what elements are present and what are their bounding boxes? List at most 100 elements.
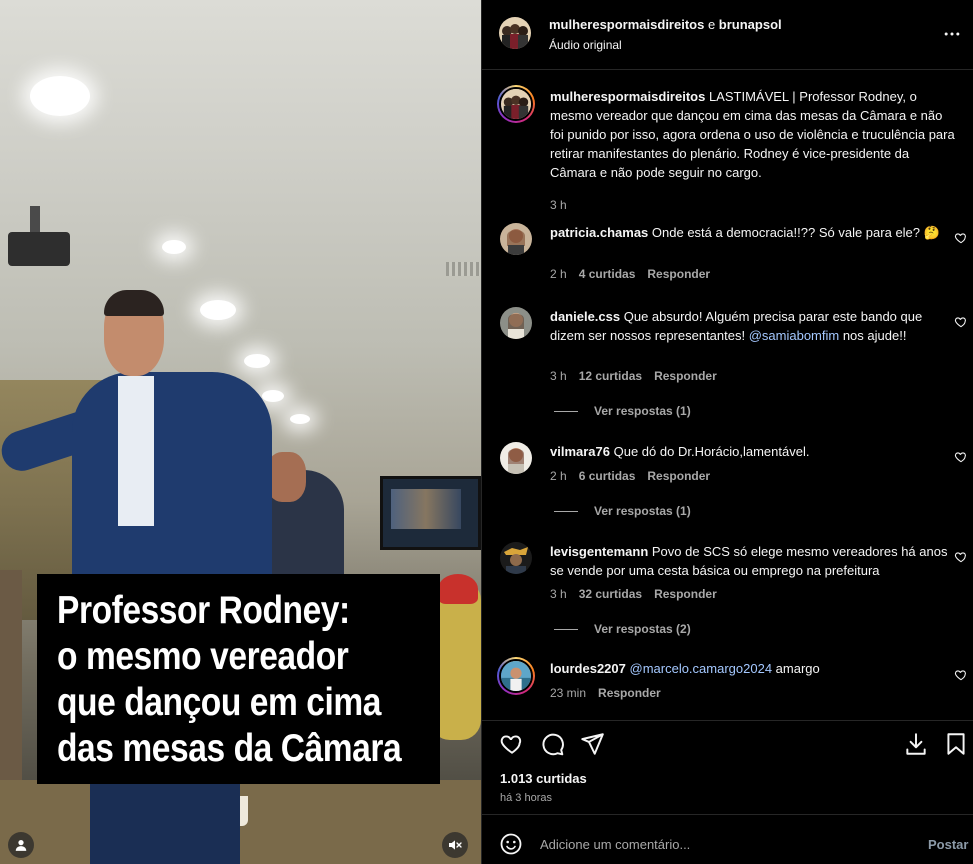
comment-likes[interactable]: 12 curtidas [579,369,642,383]
ceiling-light [200,300,236,320]
comment-meta: 2 h 6 curtidas Responder [550,469,722,483]
comment-body: Que dó do Dr.Horácio,lamentável. [613,444,810,459]
avatar-image [500,542,532,574]
comment-username[interactable]: lourdes2207 [550,661,626,676]
background-person-head [266,452,306,502]
main-person-hair [104,290,164,316]
comment-username[interactable]: patricia.chamas [550,225,648,240]
heart-icon[interactable] [954,668,968,682]
comment-text: levisgentemann Povo de SCS só elege mesm… [550,542,955,580]
comment-time[interactable]: 23 min [550,686,586,700]
reply-button[interactable]: Responder [654,369,717,383]
more-horizontal-icon [944,32,960,36]
avatar[interactable] [500,542,532,574]
mute-toggle-button[interactable] [442,832,468,858]
emoji-icon[interactable] [499,832,523,856]
caption-line: Professor Rodney: [57,589,350,632]
heart-icon[interactable] [954,315,968,329]
header-user-2[interactable]: brunapsol [719,17,782,32]
reply-button[interactable]: Responder [598,686,661,700]
avatar[interactable] [500,307,532,339]
caption-line: das mesas da Câmara [57,727,402,770]
comment-time[interactable]: 3 h [550,369,567,383]
ceiling-light [290,414,310,424]
send-icon[interactable] [579,731,605,757]
tagged-users-button[interactable] [8,832,34,858]
comment-username[interactable]: mulherespormaisdireitos [550,89,705,104]
comment-username[interactable]: levisgentemann [550,544,648,559]
comment-likes[interactable]: 4 curtidas [579,267,636,281]
comment-meta: 3 h 32 curtidas Responder [550,587,729,601]
avatar[interactable] [499,17,531,49]
comment-mention[interactable]: @marcelo.camargo2024 [630,661,773,676]
view-replies-button[interactable]: Ver respostas (2) [554,622,691,636]
post-actions: 1.013 curtidas há 3 horas [482,720,973,814]
avatar-story-ring[interactable] [497,657,535,695]
caption-line: o mesmo vereador [57,635,349,678]
comment-body: amargo [772,661,820,676]
view-replies-button[interactable]: Ver respostas (1) [554,504,691,518]
post-time[interactable]: há 3 horas [500,792,552,804]
avatar-image [500,223,532,255]
ceiling-light [162,240,186,254]
video-caption: Professor Rodney: o mesmo vereador que d… [37,574,440,784]
tv-screen [380,476,481,550]
audio-label[interactable]: Áudio original [549,38,622,52]
download-icon[interactable] [903,731,929,757]
reply-button[interactable]: Responder [654,587,717,601]
comment-likes[interactable]: 6 curtidas [579,469,636,483]
comment-text: lourdes2207 @marcelo.camargo2024 amargo [550,659,955,678]
avatar-image [500,442,532,474]
comment-text: patricia.chamas Onde está a democracia!!… [550,223,955,242]
avatar[interactable] [500,223,532,255]
comment-mention[interactable]: @samiabomfim [749,328,840,343]
heart-icon[interactable] [954,450,968,464]
main-person-shirt [118,376,154,526]
comment-icon[interactable] [539,731,565,757]
heart-icon[interactable] [499,731,525,757]
muted-speaker-icon [449,840,462,850]
reply-button[interactable]: Responder [647,469,710,483]
header-connector: e [704,17,719,32]
background-person [0,570,22,810]
header-user-1[interactable]: mulherespormaisdireitos [549,17,704,32]
heart-icon[interactable] [954,550,968,564]
comment-input[interactable] [540,829,900,859]
background-person-head [438,574,478,604]
comments-list[interactable]: mulherespormaisdireitos LASTIMÁVEL | Pro… [482,71,973,720]
post-comment-button[interactable]: Postar [928,837,968,852]
caption-time[interactable]: 3 h [550,198,567,212]
likes-count[interactable]: 1.013 curtidas [500,771,587,786]
ceiling-light [30,76,90,116]
projector-mount [30,206,40,234]
post-header: mulherespormaisdireitos e brunapsol Áudi… [482,0,973,70]
bookmark-icon[interactable] [943,731,969,757]
avatar-image [500,307,532,339]
comment-likes[interactable]: 32 curtidas [579,587,642,601]
comment-body-end: nos ajude!! [839,328,907,343]
more-options-button[interactable] [942,24,968,44]
caption-text: mulherespormaisdireitos LASTIMÁVEL | Pro… [550,87,955,182]
avatar-story-ring[interactable] [497,85,535,123]
comment-time[interactable]: 3 h [550,587,567,601]
comment-time[interactable]: 2 h [550,469,567,483]
post-panel: mulherespormaisdireitos e brunapsol Áudi… [481,0,973,864]
avatar [501,89,531,119]
comment-text: vilmara76 Que dó do Dr.Horácio,lamentáve… [550,442,955,461]
avatar[interactable] [500,442,532,474]
comment-text: daniele.css Que absurdo! Alguém precisa … [550,307,955,345]
comment-username[interactable]: vilmara76 [550,444,610,459]
caption-meta: 3 h [550,198,579,212]
caption-line: que dançou em cima [57,681,382,724]
comment-meta: 23 min Responder [550,686,673,700]
add-comment-bar: Postar [482,814,973,864]
comment-time[interactable]: 2 h [550,267,567,281]
comment-username[interactable]: daniele.css [550,309,620,324]
ceiling-vent [446,262,480,276]
heart-icon[interactable] [954,231,968,245]
reply-button[interactable]: Responder [647,267,710,281]
comment-meta: 3 h 12 curtidas Responder [550,369,729,383]
comment-body: Onde está a democracia!!?? Só vale para … [651,225,940,240]
view-replies-button[interactable]: Ver respostas (1) [554,404,691,418]
video-player[interactable]: Professor Rodney: o mesmo vereador que d… [0,0,481,864]
